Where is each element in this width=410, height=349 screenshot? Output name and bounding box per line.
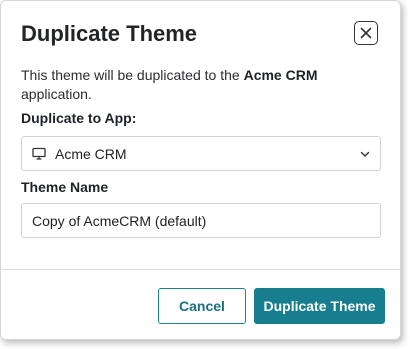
app-select-value: Acme CRM [55, 145, 127, 162]
duplicate-theme-dialog: Duplicate Theme This theme will be dupli… [0, 0, 401, 340]
description-suffix: application. [21, 86, 92, 102]
cancel-button[interactable]: Cancel [158, 288, 246, 324]
dialog-title: Duplicate Theme [21, 21, 198, 46]
monitor-icon [32, 147, 46, 161]
dialog-description: This theme will be duplicated to the Acm… [21, 66, 381, 104]
app-select[interactable]: Acme CRM [21, 136, 381, 171]
duplicate-to-app-label: Duplicate to App: [21, 110, 137, 126]
close-button[interactable] [354, 21, 378, 45]
theme-name-input[interactable] [21, 203, 381, 238]
theme-name-label: Theme Name [21, 179, 109, 195]
description-prefix: This theme will be duplicated to the [21, 67, 244, 83]
close-icon [360, 27, 372, 39]
chevron-down-icon [360, 151, 370, 157]
footer-divider [1, 269, 400, 270]
duplicate-theme-button[interactable]: Duplicate Theme [254, 288, 385, 324]
description-app-name: Acme CRM [243, 67, 318, 83]
